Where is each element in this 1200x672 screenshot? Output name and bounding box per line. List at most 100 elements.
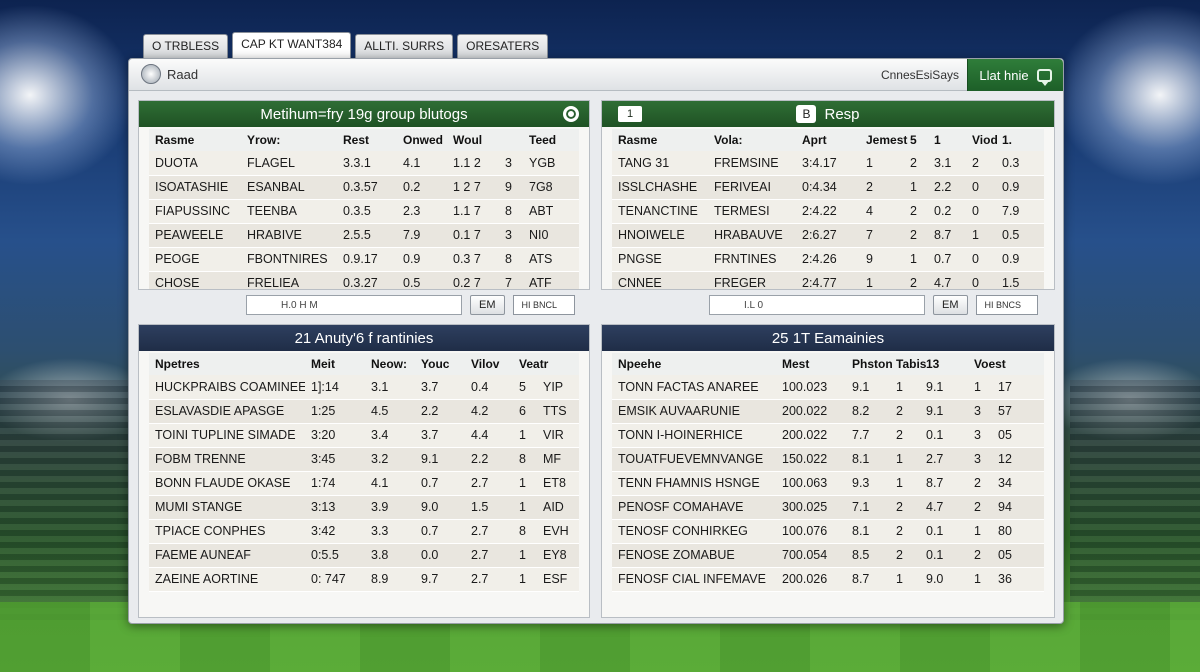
table-row[interactable]: TENN FHAMNIS HSNGE 100.063 9.3 1 8.7 2 34 bbox=[612, 471, 1044, 495]
em-button[interactable]: EM bbox=[933, 295, 968, 315]
table-row[interactable]: BONN FLAUDE OKASE 1:74 4.1 0.7 2.7 1 ET8 bbox=[149, 471, 579, 495]
table-cell: 2.2 bbox=[934, 180, 952, 194]
table-row[interactable]: PNGSE FRNTINES 2:4.26 9 1 0.7 0 0.9 bbox=[612, 247, 1044, 271]
table-cell: 2 bbox=[910, 155, 917, 170]
table-cell: 3.9 bbox=[371, 500, 389, 514]
table-row[interactable]: TOINI TUPLINE SIMADE 3:20 3.4 3.7 4.4 1 VIR bbox=[149, 423, 579, 447]
table-cell: TOUATFUEVEMNVANGE bbox=[618, 452, 764, 466]
table-row[interactable]: CHOSE FRELIEA 0.3.27 0.5 0.2 7 7 ATF bbox=[149, 271, 579, 290]
panel-header: 1 B Resp bbox=[602, 101, 1054, 127]
table-cell: 2.7 bbox=[471, 476, 489, 490]
table-row[interactable]: FAEME AUNEAF 0:5.5 3.8 0.0 2.7 1 EY8 bbox=[149, 543, 579, 567]
table-cell: 9 bbox=[505, 180, 512, 194]
table-row[interactable]: TPIACE CONPHES 3:42 3.3 0.7 2.7 8 EVH bbox=[149, 519, 579, 543]
table-cell: 1 bbox=[519, 572, 526, 586]
table-cell: 3.3.1 bbox=[343, 155, 371, 170]
table-row[interactable]: ESLAVASDIE APASGE 1:25 4.5 2.2 4.2 6 TTS bbox=[149, 399, 579, 423]
table-cell: ABT bbox=[529, 204, 554, 218]
resp-icon: B bbox=[796, 105, 817, 123]
table-row[interactable]: HNOIWELE HRABAUVE 2:6.27 7 2 8.7 1 0.5 bbox=[612, 223, 1044, 247]
table-cell: 0 bbox=[972, 252, 979, 266]
table-row[interactable]: ZAEINE AORTINE 0: 747 8.9 9.7 2.7 1 ESF bbox=[149, 567, 579, 591]
data-table: Npeehe Mest Phston Tabis 13 Voest TONN F… bbox=[612, 353, 1044, 592]
table-cell: YIP bbox=[543, 379, 564, 394]
table-row[interactable]: EMSIK AUVAARUNIE 200.022 8.2 2 9.1 3 57 bbox=[612, 399, 1044, 423]
table-cell: 3:42 bbox=[311, 524, 336, 538]
table-row[interactable]: MUMI STANGE 3:13 3.9 9.0 1.5 1 AID bbox=[149, 495, 579, 519]
table-row[interactable]: FENOSF CIAL INFEMAVE 200.026 8.7 1 9.0 1 36 bbox=[612, 567, 1044, 591]
table-cell: 34 bbox=[998, 476, 1012, 490]
table-cell: 0.9 bbox=[403, 252, 421, 266]
table-cell: TONN FACTAS ANAREE bbox=[618, 379, 759, 394]
tab-4[interactable]: ORESATERS bbox=[457, 34, 549, 58]
table-cell: EVH bbox=[543, 524, 569, 538]
table-cell: 17 bbox=[998, 379, 1012, 394]
table-row[interactable]: TENANCTINE TERMESI 2:4.22 4 2 0.2 0 7.9 bbox=[612, 199, 1044, 223]
table-cell: 0.9 bbox=[1002, 180, 1020, 194]
table-cell: 0.5 bbox=[403, 276, 421, 290]
table-cell: 300.025 bbox=[782, 500, 828, 514]
table-row[interactable]: TENOSF CONHIRKEG 100.076 8.1 2 0.1 1 80 bbox=[612, 519, 1044, 543]
table-cell: 2 bbox=[972, 155, 979, 170]
table-cell: 0.7 bbox=[421, 524, 439, 538]
table-cell: 3.1 bbox=[934, 155, 952, 170]
refresh-icon[interactable] bbox=[563, 106, 579, 122]
table-row[interactable]: TANG 31 FREMSINE 3:4.17 1 2 3.1 2 0.3 bbox=[612, 151, 1044, 175]
table-row[interactable]: HUCKPRAIBS COAMINEE 1]:14 3.1 3.7 0.4 5 YIP bbox=[149, 375, 579, 399]
table-row[interactable]: PEOGE FBONTNIRES 0.9.17 0.9 0.3 7 8 ATS bbox=[149, 247, 579, 271]
table-row[interactable]: ISSLCHASHE FERIVEAI 0:4.34 2 1 2.2 0 0.9 bbox=[612, 175, 1044, 199]
table-row[interactable]: FENOSE ZOMABUE 700.054 8.5 2 0.1 2 05 bbox=[612, 543, 1044, 567]
tab-1[interactable]: O TRBLESS bbox=[143, 34, 229, 58]
table-cell: FAEME AUNEAF bbox=[155, 548, 251, 562]
tab-3[interactable]: ALLTI. SURRS bbox=[355, 34, 454, 58]
col-header: Onwed bbox=[397, 129, 447, 151]
table-cell: FBONTNIRES bbox=[247, 252, 328, 266]
table-cell: FREGER bbox=[714, 276, 767, 290]
home-link[interactable]: Raad bbox=[141, 64, 198, 84]
table-cell: 94 bbox=[998, 500, 1012, 514]
table-cell: 0.5 bbox=[1002, 228, 1020, 242]
table-cell: 57 bbox=[998, 404, 1012, 418]
em-button[interactable]: EM bbox=[470, 295, 505, 315]
table-row[interactable]: TONN I-HOINERHICE 200.022 7.7 2 0.1 3 05 bbox=[612, 423, 1044, 447]
table-cell: FOBM TRENNE bbox=[155, 452, 246, 466]
col-header: Meit bbox=[305, 353, 365, 375]
table-cell: TOINI TUPLINE SIMADE bbox=[155, 428, 296, 442]
table-cell: AID bbox=[543, 500, 564, 514]
table-cell: 8 bbox=[519, 452, 526, 466]
table-row[interactable]: TONN FACTAS ANAREE 100.023 9.1 1 9.1 1 17 bbox=[612, 375, 1044, 399]
table-row[interactable]: FOBM TRENNE 3:45 3.2 9.1 2.2 8 MF bbox=[149, 447, 579, 471]
col-header: Yrow: bbox=[241, 129, 337, 151]
table-cell: 8 bbox=[505, 204, 512, 218]
table-cell: 1 bbox=[974, 524, 981, 538]
table-row[interactable]: DUOTA FLAGEL 3.3.1 4.1 1.1 2 3 YGB bbox=[149, 151, 579, 175]
table-cell: 2.2 bbox=[421, 404, 439, 418]
hibncs-button[interactable]: HI BNCS bbox=[975, 295, 1038, 315]
table-cell: 2 bbox=[910, 276, 917, 290]
table-row[interactable]: ISOATASHIE ESANBAL 0.3.57 0.2 1 2 7 9 7G8 bbox=[149, 175, 579, 199]
table-cell: HNOIWELE bbox=[618, 228, 685, 242]
table-cell: 1.5 bbox=[471, 500, 489, 514]
table-row[interactable]: CNNEE FREGER 2:4.77 1 2 4.7 0 1.5 bbox=[612, 271, 1044, 290]
table-row[interactable]: FIAPUSSINC TEENBA 0.3.5 2.3 1.1 7 8 ABT bbox=[149, 199, 579, 223]
filter-input[interactable]: I.L 0 bbox=[709, 295, 925, 315]
hibncl-button[interactable]: HI BNCL bbox=[512, 295, 575, 315]
table-row[interactable]: PENOSF COMAHAVE 300.025 7.1 2 4.7 2 94 bbox=[612, 495, 1044, 519]
table-row[interactable]: PEAWEELE HRABIVE 2.5.5 7.9 0.1 7 3 NI0 bbox=[149, 223, 579, 247]
table-cell: 1 bbox=[866, 155, 873, 170]
table-cell: 0.9.17 bbox=[343, 252, 378, 266]
table-cell: 0:4.34 bbox=[802, 180, 837, 194]
data-table: Rasme Vola: Aprt Jemest 5 1 Viod 1. TANG… bbox=[612, 129, 1044, 290]
table-cell: TONN I-HOINERHICE bbox=[618, 428, 743, 442]
tab-2[interactable]: CAP KT WANT384 bbox=[232, 32, 352, 58]
filter-input[interactable]: H.0 H M bbox=[246, 295, 462, 315]
table-cell: 7 bbox=[505, 276, 512, 290]
table-cell: FIAPUSSINC bbox=[155, 204, 231, 218]
table-cell: 1 bbox=[896, 476, 903, 490]
table-cell: VIR bbox=[543, 428, 564, 442]
col-header: Rasme bbox=[149, 129, 241, 151]
live-button[interactable]: Llat hnie bbox=[967, 59, 1063, 91]
table-cell: MF bbox=[543, 452, 562, 466]
table-cell: TENOSF CONHIRKEG bbox=[618, 524, 748, 538]
table-row[interactable]: TOUATFUEVEMNVANGE 150.022 8.1 1 2.7 3 12 bbox=[612, 447, 1044, 471]
